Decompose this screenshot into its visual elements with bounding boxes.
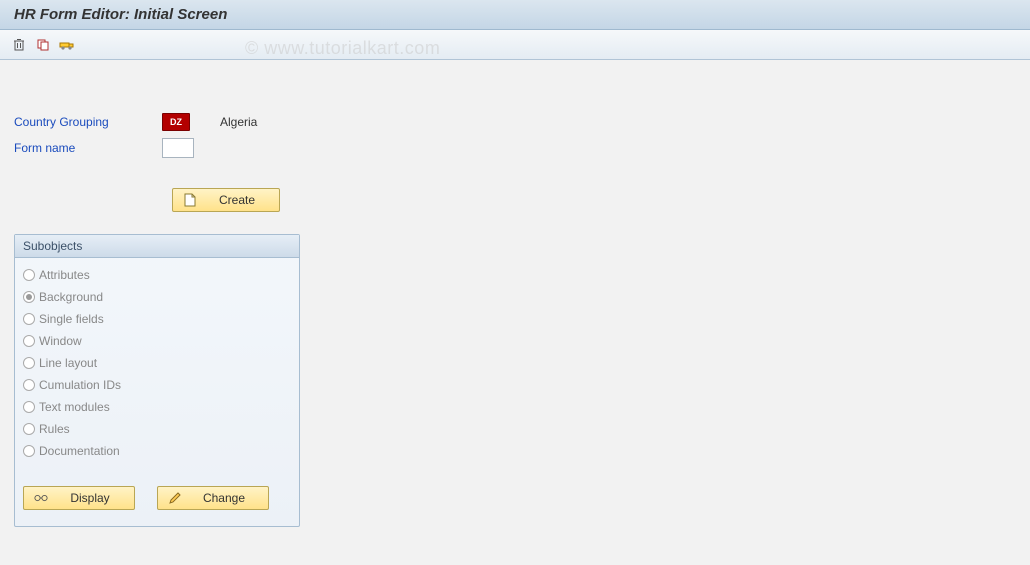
radio-icon — [23, 357, 35, 369]
radio-label: Line layout — [39, 356, 97, 370]
radio-row[interactable]: Text modules — [23, 396, 291, 418]
radio-label: Documentation — [39, 444, 120, 458]
radio-icon — [23, 423, 35, 435]
radio-icon — [23, 291, 35, 303]
country-grouping-text: Algeria — [220, 115, 257, 129]
radio-icon — [23, 335, 35, 347]
subobjects-actions: Display Change — [15, 476, 299, 526]
radio-row[interactable]: Rules — [23, 418, 291, 440]
transport-icon[interactable] — [58, 36, 76, 54]
form-name-label: Form name — [14, 141, 162, 155]
form-name-input[interactable] — [162, 138, 194, 158]
pencil-icon — [168, 491, 182, 505]
glasses-icon — [34, 491, 48, 505]
subobjects-header: Subobjects — [15, 235, 299, 258]
radio-row[interactable]: Background — [23, 286, 291, 308]
content-area: Country Grouping DZ Algeria Form name Cr… — [0, 60, 1030, 541]
create-row: Create — [172, 188, 1016, 212]
delete-icon[interactable] — [10, 36, 28, 54]
toolbar — [0, 30, 1030, 60]
copy-icon[interactable] — [34, 36, 52, 54]
radio-label: Attributes — [39, 268, 90, 282]
radio-icon — [23, 379, 35, 391]
country-grouping-label: Country Grouping — [14, 115, 162, 129]
radio-label: Background — [39, 290, 103, 304]
display-button[interactable]: Display — [23, 486, 135, 510]
country-grouping-row: Country Grouping DZ Algeria — [14, 110, 1016, 134]
radio-label: Cumulation IDs — [39, 378, 121, 392]
subobjects-group: Subobjects Attributes Background Single fi… — [14, 234, 300, 527]
radio-row[interactable]: Attributes — [23, 264, 291, 286]
radio-label: Window — [39, 334, 82, 348]
radio-label: Rules — [39, 422, 70, 436]
create-button-label: Create — [205, 193, 269, 207]
title-bar: HR Form Editor: Initial Screen — [0, 0, 1030, 30]
radio-icon — [23, 401, 35, 413]
change-button[interactable]: Change — [157, 486, 269, 510]
radio-row[interactable]: Line layout — [23, 352, 291, 374]
radio-label: Single fields — [39, 312, 104, 326]
display-button-label: Display — [56, 491, 124, 505]
radio-label: Text modules — [39, 400, 110, 414]
form-name-row: Form name — [14, 136, 1016, 160]
radio-row[interactable]: Window — [23, 330, 291, 352]
radio-row[interactable]: Cumulation IDs — [23, 374, 291, 396]
create-button[interactable]: Create — [172, 188, 280, 212]
change-button-label: Change — [190, 491, 258, 505]
radio-row[interactable]: Documentation — [23, 440, 291, 462]
subobjects-body: Attributes Background Single fields Window L… — [15, 258, 299, 476]
radio-icon — [23, 445, 35, 457]
radio-icon — [23, 313, 35, 325]
document-icon — [183, 193, 197, 207]
radio-row[interactable]: Single fields — [23, 308, 291, 330]
page-title: HR Form Editor: Initial Screen — [14, 6, 227, 23]
country-grouping-input[interactable]: DZ — [162, 113, 190, 131]
radio-icon — [23, 269, 35, 281]
